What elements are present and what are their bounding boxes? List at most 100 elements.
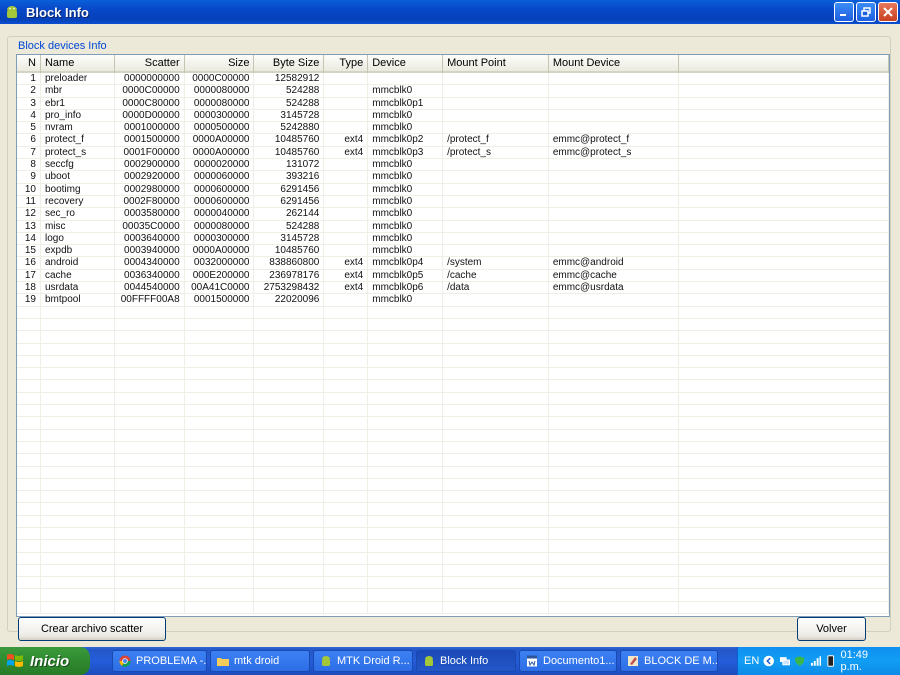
signal-bars-icon[interactable]: [810, 655, 821, 667]
table-row[interactable]: 16 android 0004340000 0032000000 838860800 ex…: [17, 257, 889, 270]
table-row[interactable]: 5 nvram 0001000000 0000500000 5242880 mmcblk0: [17, 122, 889, 135]
empty-row[interactable]: [17, 405, 889, 418]
column-header-device[interactable]: Device: [368, 55, 444, 73]
table-row[interactable]: 18 usrdata 0044540000 00A41C0000 2753298432 e…: [17, 282, 889, 295]
table-row[interactable]: 9 uboot 0002920000 0000060000 393216 mmcblk0: [17, 171, 889, 184]
empty-row[interactable]: [17, 368, 889, 381]
table-row[interactable]: 4 pro_info 0000D00000 0000300000 3145728 mmcb…: [17, 109, 889, 123]
empty-row[interactable]: [17, 380, 889, 393]
table-row[interactable]: 6 protect_f 0001500000 0000A00000 10485760 ex…: [17, 134, 889, 147]
clock[interactable]: 01:49 p.m.: [840, 649, 890, 673]
empty-row[interactable]: [17, 527, 889, 541]
empty-row[interactable]: [17, 540, 889, 553]
column-header-name[interactable]: Name: [41, 55, 115, 73]
row-type-cell: [324, 368, 369, 381]
taskbar-item-mtk-droid[interactable]: mtk droid: [210, 650, 310, 672]
create-scatter-button[interactable]: Crear archivo scatter: [18, 617, 166, 641]
taskbar-item-block-info[interactable]: Block Info: [416, 650, 516, 672]
empty-row[interactable]: [17, 417, 889, 430]
block-devices-grid[interactable]: N Name Scatter Size Byte Size Type Devic…: [16, 54, 890, 617]
row-name-cell: cache: [41, 269, 115, 282]
column-header-byte-size[interactable]: Byte Size: [254, 55, 325, 73]
empty-row[interactable]: [17, 441, 889, 455]
column-header-size[interactable]: Size: [185, 55, 255, 73]
table-row[interactable]: 10 bootimg 0002980000 0000600000 6291456 mmcb…: [17, 183, 889, 196]
table-row[interactable]: 15 expdb 0003940000 0000A00000 10485760 mmcbl…: [17, 245, 889, 258]
empty-row[interactable]: [17, 503, 889, 516]
column-header-type[interactable]: Type: [324, 55, 369, 73]
table-row[interactable]: 3 ebr1 0000C80000 0000080000 524288 mmcblk0p1: [17, 97, 889, 110]
row-type-cell: [324, 503, 369, 516]
restore-button[interactable]: [856, 2, 876, 22]
row-type-cell: [324, 159, 369, 172]
empty-row[interactable]: [17, 318, 889, 332]
empty-row[interactable]: [17, 454, 889, 467]
row-mount-device-cell: [549, 417, 679, 430]
empty-row[interactable]: [17, 429, 889, 442]
phone-icon[interactable]: [825, 655, 836, 667]
language-indicator[interactable]: EN: [744, 655, 759, 667]
table-row[interactable]: 2 mbr 0000C00000 0000080000 524288 mmcblk0: [17, 85, 889, 98]
table-row[interactable]: 11 recovery 0002F80000 0000600000 6291456 mmc…: [17, 195, 889, 209]
grid-header: N Name Scatter Size Byte Size Type Devic…: [17, 55, 889, 73]
empty-row[interactable]: [17, 306, 889, 319]
empty-row[interactable]: [17, 466, 889, 479]
chevron-left-icon[interactable]: [763, 655, 775, 667]
empty-row[interactable]: [17, 478, 889, 492]
table-row[interactable]: 17 cache 0036340000 000E200000 236978176 ext4…: [17, 269, 889, 283]
column-header-mount-device[interactable]: Mount Device: [549, 55, 679, 73]
empty-row[interactable]: [17, 601, 889, 615]
minimize-button[interactable]: [834, 2, 854, 22]
taskbar-item-mtk-droid-root[interactable]: MTK Droid R...: [313, 650, 413, 672]
row-mount-device-cell: [549, 73, 679, 85]
row-filler-cell: [679, 134, 889, 147]
empty-row[interactable]: [17, 355, 889, 369]
column-header-scatter[interactable]: Scatter: [115, 55, 185, 73]
row-number-cell: [17, 331, 41, 344]
row-scatter-cell: 0000C00000: [115, 85, 185, 98]
row-mount-point-cell: [443, 85, 549, 98]
row-scatter-cell: [115, 515, 185, 528]
empty-row[interactable]: [17, 577, 889, 590]
taskbar-item-documento[interactable]: Documento1...: [519, 650, 617, 672]
row-mount-point-cell: [443, 343, 549, 356]
taskbar-item-label: MTK Droid R...: [337, 655, 410, 667]
row-number-cell: 6: [17, 134, 41, 147]
table-row[interactable]: 19 bmtpool 00FFFF00A8 0001500000 22020096 mmc…: [17, 294, 889, 307]
network-icon[interactable]: [779, 655, 790, 667]
row-byte-size-cell: 10485760: [254, 134, 325, 147]
word-icon: [527, 655, 537, 667]
row-name-cell: bmtpool: [41, 294, 115, 307]
system-tray: EN 01:49 p.m.: [737, 647, 900, 675]
back-button[interactable]: Volver: [797, 617, 866, 641]
taskbar-item-problema[interactable]: PROBLEMA -...: [112, 650, 207, 672]
table-row[interactable]: 14 logo 0003640000 0000300000 3145728 mmcblk0: [17, 232, 889, 246]
table-row[interactable]: 13 misc 00035C0000 0000080000 524288 mmcblk0: [17, 220, 889, 233]
taskbar-item-block-de-m[interactable]: BLOCK DE M...: [620, 650, 718, 672]
empty-row[interactable]: [17, 331, 889, 344]
empty-row[interactable]: [17, 589, 889, 602]
table-row[interactable]: 1 preloader 0000000000 0000C00000 12582912: [17, 73, 889, 86]
row-mount-point-cell: [443, 73, 549, 85]
table-row[interactable]: 7 protect_s 0001F00000 0000A00000 10485760 ex…: [17, 146, 889, 160]
start-label: Inicio: [30, 652, 70, 670]
column-header-mount-point[interactable]: Mount Point: [443, 55, 549, 73]
row-mount-point-cell: [443, 429, 549, 442]
empty-row[interactable]: [17, 552, 889, 565]
row-type-cell: [324, 552, 369, 565]
row-mount-point-cell: [443, 564, 549, 577]
close-button[interactable]: [878, 2, 898, 22]
security-shield-icon[interactable]: [794, 655, 805, 667]
row-mount-device-cell: [549, 527, 679, 540]
table-row[interactable]: 8 seccfg 0002900000 0000020000 131072 mmcblk0: [17, 159, 889, 172]
column-header-n[interactable]: N: [17, 55, 41, 73]
empty-row[interactable]: [17, 515, 889, 528]
empty-row[interactable]: [17, 491, 889, 504]
empty-row[interactable]: [17, 343, 889, 356]
empty-row[interactable]: [17, 564, 889, 578]
empty-row[interactable]: [17, 392, 889, 406]
row-byte-size-cell: [254, 589, 325, 602]
table-row[interactable]: 12 sec_ro 0003580000 0000040000 262144 mmcblk…: [17, 208, 889, 221]
start-button[interactable]: Inicio: [0, 647, 90, 675]
row-mount-point-cell: /protect_f: [443, 134, 549, 147]
